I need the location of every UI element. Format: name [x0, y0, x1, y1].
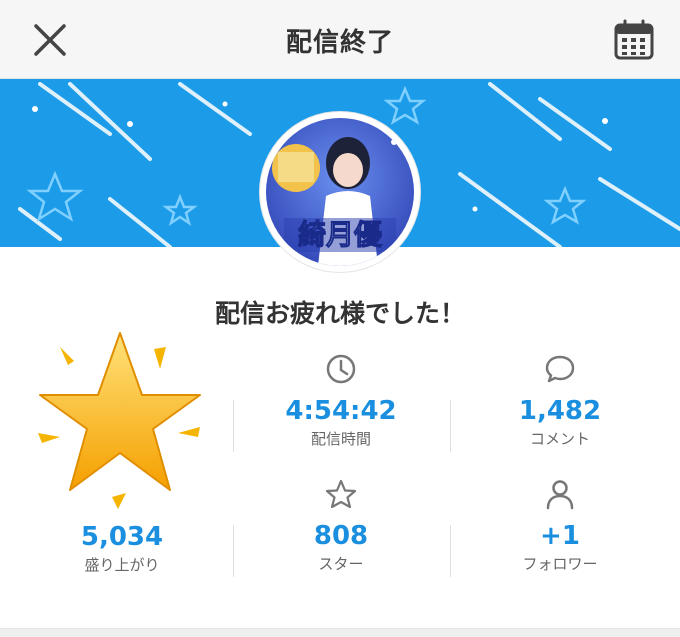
header-bar: 配信終了 [0, 0, 680, 79]
streamer-avatar[interactable]: 綺月優 [260, 112, 420, 272]
stars-value: 808 [313, 521, 369, 551]
stat-comments: 1,482 コメント [460, 353, 660, 449]
divider [450, 525, 451, 577]
calendar-button[interactable] [612, 18, 656, 62]
excitement-label: 盛り上がり [84, 556, 160, 574]
stars-label: スター [318, 555, 364, 573]
avatar-image: 綺月優 [266, 118, 414, 266]
divider [450, 400, 451, 452]
person-icon [546, 480, 574, 510]
comments-value: 1,482 [518, 396, 602, 426]
stat-followers: +1 フォロワー [460, 478, 660, 574]
divider [233, 525, 234, 577]
calendar-icon [614, 19, 654, 60]
followers-label: フォロワー [522, 555, 598, 573]
star-outline-icon [325, 479, 357, 509]
duration-value: 4:54:42 [285, 396, 397, 426]
clock-icon [326, 354, 356, 384]
duration-label: 配信時間 [310, 430, 371, 448]
divider [233, 400, 234, 452]
comment-icon [545, 355, 575, 383]
avatar-logo-text: 綺月優 [298, 218, 383, 251]
stat-duration: 4:54:42 配信時間 [241, 353, 441, 449]
stat-excitement: 5,034 盛り上がり [22, 522, 222, 575]
comments-label: コメント [529, 430, 590, 448]
excitement-value: 5,034 [80, 522, 164, 552]
followers-value: +1 [540, 521, 580, 551]
stat-stars: 808 スター [241, 478, 441, 574]
page-title: 配信終了 [285, 28, 394, 58]
big-star-icon [30, 325, 210, 515]
